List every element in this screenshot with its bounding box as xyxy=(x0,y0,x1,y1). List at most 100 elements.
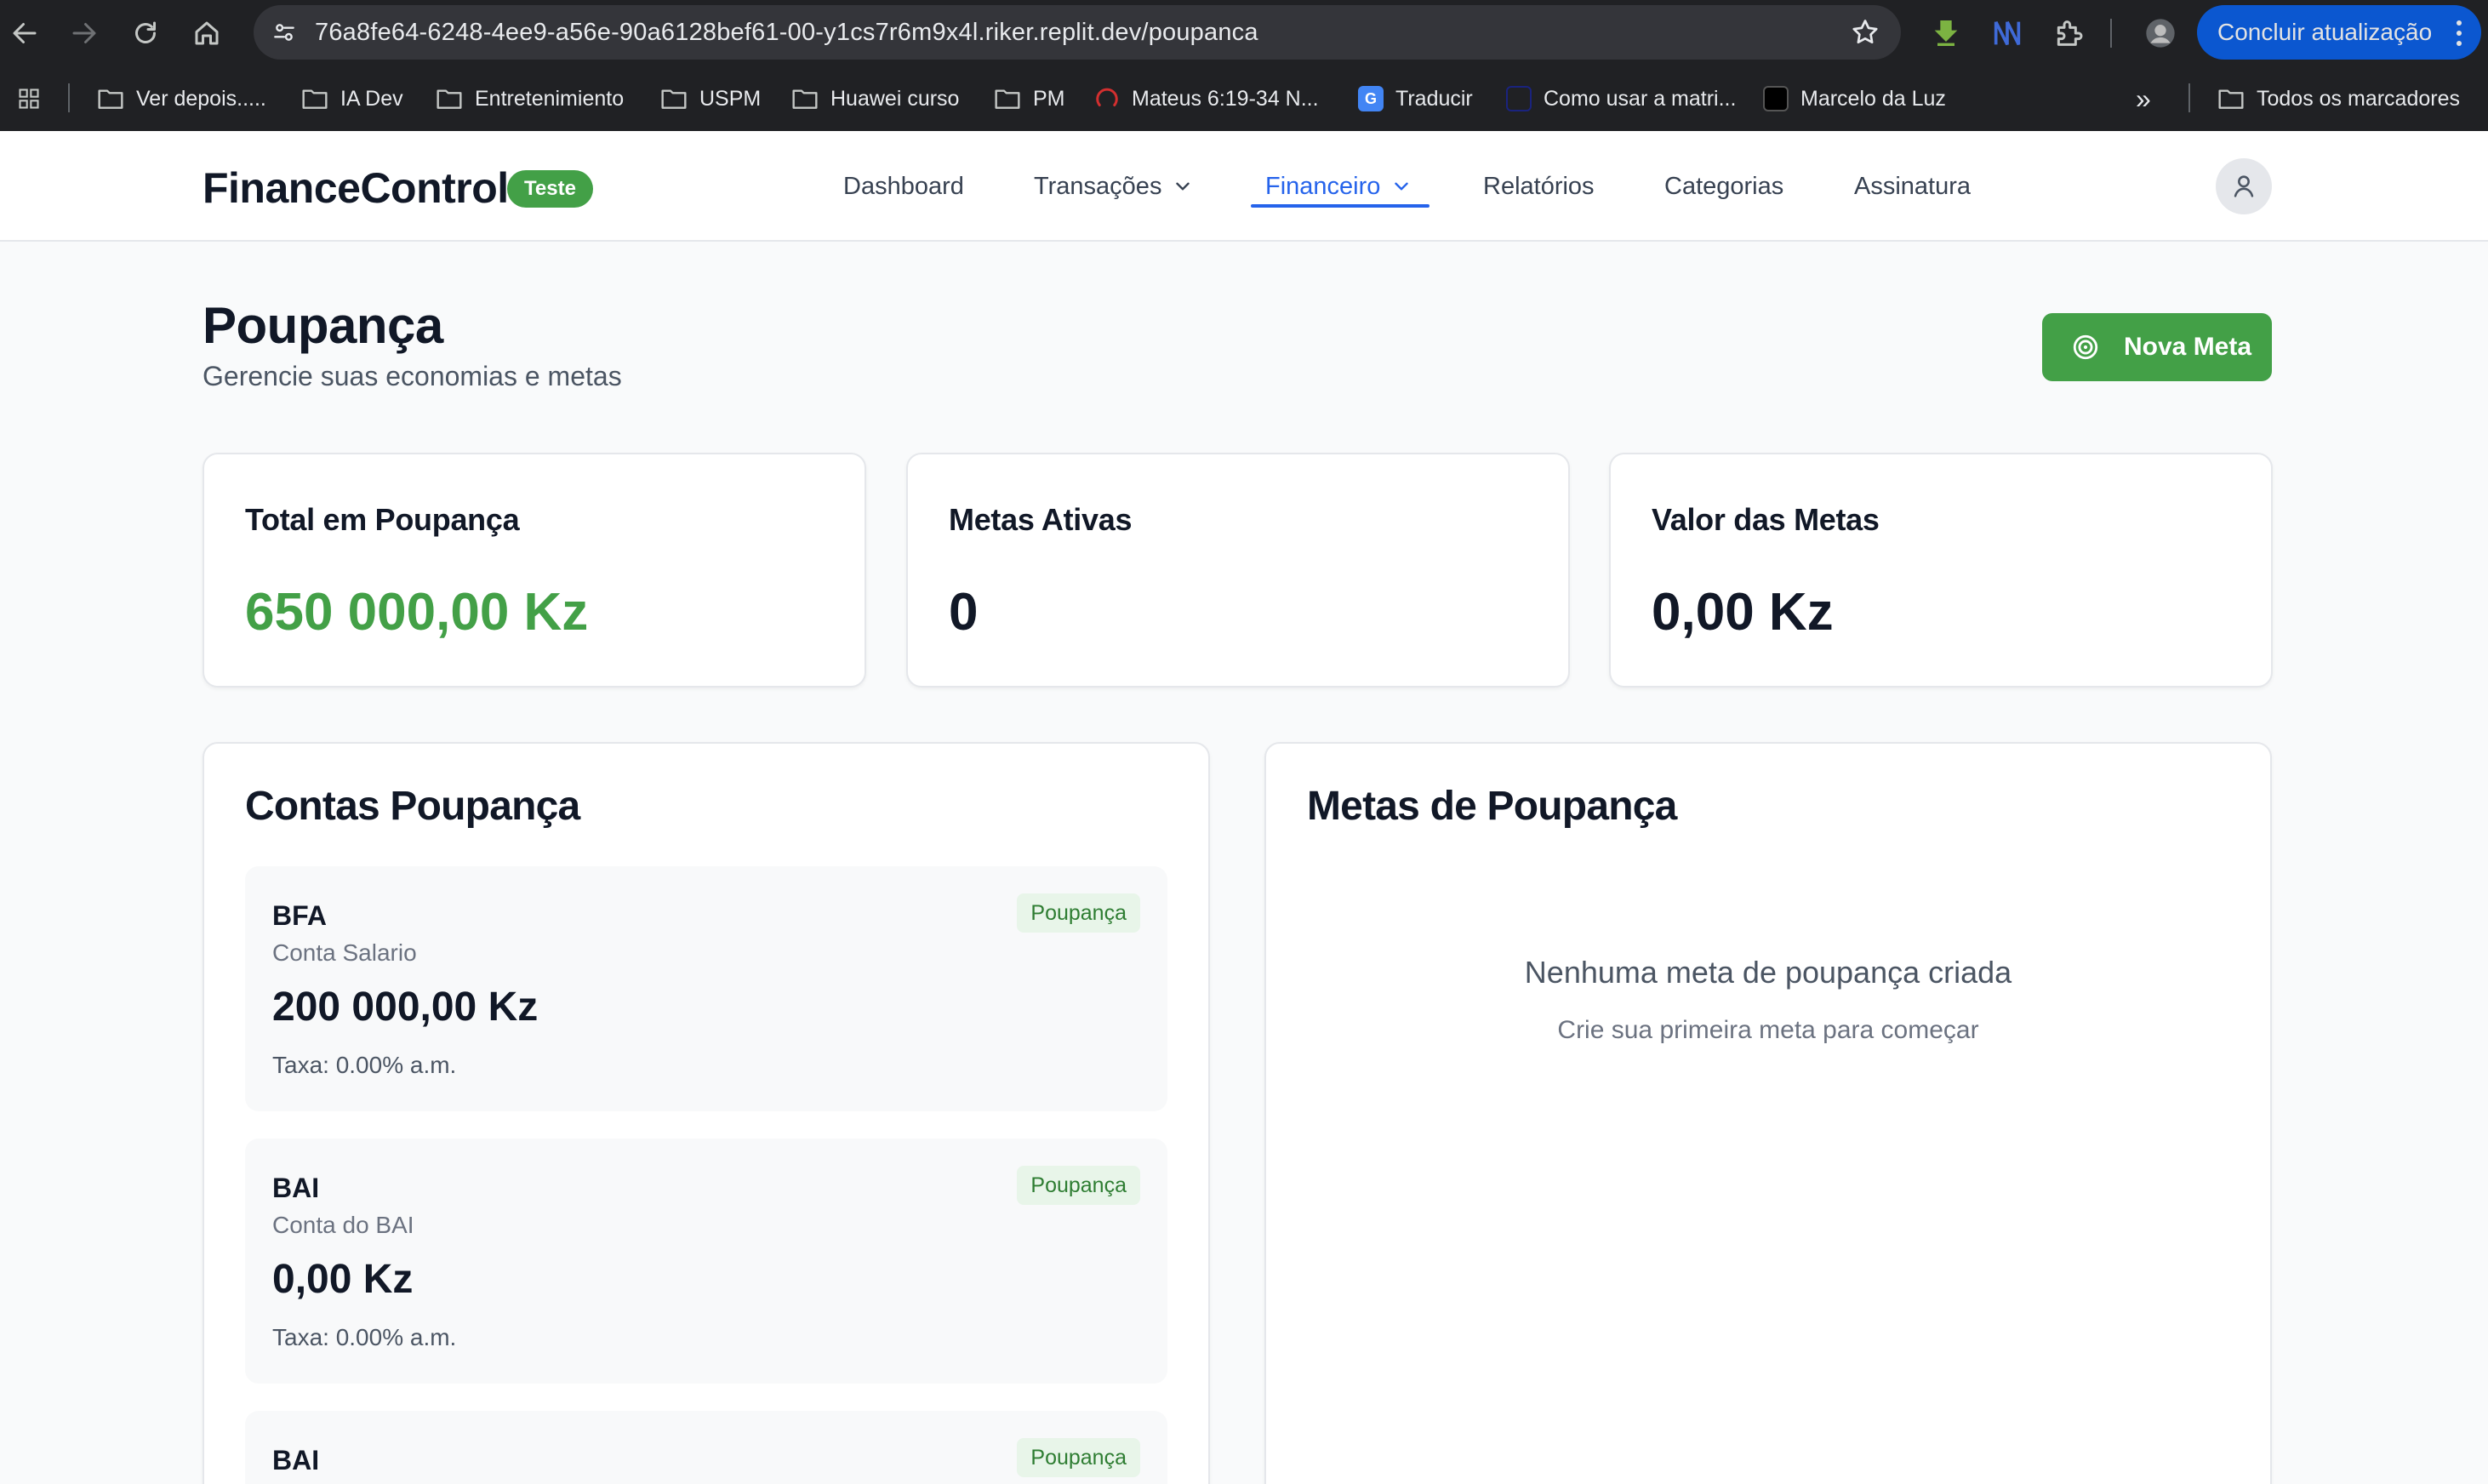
chevron-down-icon xyxy=(1395,182,1409,191)
nav-financeiro[interactable]: Financeiro xyxy=(1265,131,1412,242)
folder-icon xyxy=(437,89,462,109)
bookmarks-bar: Ver depois..... IA Dev Entretenimiento U… xyxy=(0,66,2488,131)
apps-grid-icon[interactable] xyxy=(15,66,43,131)
environment-badge: Teste xyxy=(507,170,593,208)
account-card[interactable]: BAI Conta do BAI 0,00 Kz Taxa: 0.00% a.m… xyxy=(245,1139,1167,1384)
download-extension-icon[interactable] xyxy=(1925,12,1967,54)
nav-categorias[interactable]: Categorias xyxy=(1664,131,1783,242)
nav-label: Financeiro xyxy=(1265,172,1381,200)
all-bookmarks[interactable]: Todos os marcadores xyxy=(2217,66,2460,131)
menu-dots-icon[interactable] xyxy=(2456,20,2462,46)
back-button[interactable] xyxy=(3,12,46,54)
stat-label: Metas Ativas xyxy=(949,502,1133,537)
page-title: Poupança xyxy=(203,297,443,354)
bookmarks-divider xyxy=(2188,83,2190,112)
bookmark-star-icon[interactable] xyxy=(1848,15,1882,49)
bookmark-entretenimiento[interactable]: Entretenimiento xyxy=(436,66,624,131)
address-bar[interactable]: 76a8fe64-6248-4ee9-a56e-90a6128bef61-00-… xyxy=(254,5,1901,60)
bookmark-label: Como usar a matri... xyxy=(1544,86,1737,111)
bookmark-label: PM xyxy=(1033,86,1065,111)
folder-icon xyxy=(98,89,123,109)
folder-icon xyxy=(302,89,328,109)
page-subtitle: Gerencie suas economias e metas xyxy=(203,361,622,391)
nav-dashboard[interactable]: Dashboard xyxy=(843,131,964,242)
browser-toolbar: 76a8fe64-6248-4ee9-a56e-90a6128bef61-00-… xyxy=(0,0,2488,66)
bookmark-huawei-curso[interactable]: Huawei curso xyxy=(791,66,959,131)
bookmark-ia-dev[interactable]: IA Dev xyxy=(301,66,403,131)
profile-icon[interactable] xyxy=(2139,12,2182,54)
empty-state-title: Nenhuma meta de poupança criada xyxy=(1524,955,2012,990)
brand-logo[interactable]: FinanceControl xyxy=(203,163,509,213)
nav-label: Assinatura xyxy=(1854,172,1972,200)
account-amount: 200 000,00 Kz xyxy=(272,985,539,1030)
total-savings-card: Total em Poupança 650 000,00 Kz xyxy=(203,453,866,688)
account-bank: BAI xyxy=(272,1445,320,1475)
target-icon xyxy=(2073,334,2098,360)
update-chrome-button[interactable]: Concluir atualização xyxy=(2197,5,2481,60)
nav-transacoes[interactable]: Transações xyxy=(1034,131,1194,242)
toolbar-divider xyxy=(2110,19,2112,48)
savings-goals-panel: Metas de Poupança Nenhuma meta de poupan… xyxy=(1264,742,2272,1484)
bookmark-pm[interactable]: PM xyxy=(994,66,1065,131)
bookmark-label: Mateus 6:19-34 N... xyxy=(1132,86,1319,111)
new-goal-label: Nova Meta xyxy=(2124,333,2252,361)
account-bank: BAI xyxy=(272,1173,320,1203)
stat-label: Total em Poupança xyxy=(245,502,520,537)
bookmark-label: USPM xyxy=(699,86,762,111)
bookmark-label: Ver depois..... xyxy=(136,86,266,111)
bookmark-label: Huawei curso xyxy=(830,86,960,111)
account-type-badge: Poupança xyxy=(1017,1438,1140,1477)
empty-state-subtitle: Crie sua primeira meta para começar xyxy=(1557,1016,1979,1044)
savings-accounts-panel: Contas Poupança BFA Conta Salario 200 00… xyxy=(203,742,1210,1484)
bookmark-mateus[interactable]: Mateus 6:19-34 N... xyxy=(1094,66,1319,131)
account-bank: BFA xyxy=(272,900,327,931)
bookmarks-divider xyxy=(68,83,70,112)
stat-value: 650 000,00 Kz xyxy=(245,583,589,642)
user-avatar[interactable] xyxy=(2216,158,2272,214)
bookmark-ver-depois[interactable]: Ver depois..... xyxy=(97,66,266,131)
bookmark-traducir[interactable]: G Traducir xyxy=(1358,66,1473,131)
extensions-puzzle-icon[interactable] xyxy=(2047,12,2090,54)
reload-icon xyxy=(135,21,156,43)
folder-icon xyxy=(661,89,687,109)
account-type-badge: Poupança xyxy=(1017,1166,1140,1205)
arrow-right-icon xyxy=(72,23,96,43)
bookmark-marcelo[interactable]: Marcelo da Luz xyxy=(1763,66,1946,131)
nav-label: Categorias xyxy=(1664,172,1784,200)
stat-value: 0,00 Kz xyxy=(1652,583,1834,642)
new-goal-button[interactable]: Nova Meta xyxy=(2042,313,2272,381)
app-header: FinanceControl Teste Dashboard Transaçõe… xyxy=(0,131,2488,242)
notion-extension-icon[interactable] xyxy=(1986,12,2029,54)
url-text[interactable]: 76a8fe64-6248-4ee9-a56e-90a6128bef61-00-… xyxy=(315,5,1258,60)
account-type-badge: Poupança xyxy=(1017,893,1140,933)
account-card[interactable]: BFA Conta Salario 200 000,00 Kz Taxa: 0.… xyxy=(245,866,1167,1111)
account-card[interactable]: BAI Poupança xyxy=(245,1411,1167,1484)
bookmark-label: IA Dev xyxy=(340,86,403,111)
bookmark-label: Entretenimiento xyxy=(475,86,625,111)
bookmark-uspm[interactable]: USPM xyxy=(660,66,761,131)
active-goals-card: Metas Ativas 0 xyxy=(906,453,1570,688)
site-icon xyxy=(1506,86,1532,111)
account-description: Conta do BAI xyxy=(272,1212,414,1238)
more-bookmarks-chevron-icon[interactable]: » xyxy=(2136,66,2151,131)
account-amount: 0,00 Kz xyxy=(272,1257,414,1302)
site-info-icon[interactable] xyxy=(264,12,305,53)
reload-button[interactable] xyxy=(124,12,167,54)
panel-title: Contas Poupança xyxy=(245,784,580,829)
nav-label: Transações xyxy=(1034,172,1162,200)
panel-title: Metas de Poupança xyxy=(1307,784,1677,829)
nav-assinatura[interactable]: Assinatura xyxy=(1854,131,1971,242)
nav-label: Relatórios xyxy=(1483,172,1595,200)
account-rate: Taxa: 0.00% a.m. xyxy=(272,1324,457,1350)
google-translate-icon: G xyxy=(1358,86,1384,111)
arrow-left-icon xyxy=(13,23,37,43)
forward-button[interactable] xyxy=(63,12,106,54)
bookmark-label: Marcelo da Luz xyxy=(1800,86,1946,111)
podcast-icon xyxy=(1096,88,1118,106)
home-button[interactable] xyxy=(185,12,228,54)
folder-icon xyxy=(2218,89,2244,109)
goals-value-card: Valor das Metas 0,00 Kz xyxy=(1609,453,2273,688)
nav-relatorios[interactable]: Relatórios xyxy=(1483,131,1595,242)
account-rate: Taxa: 0.00% a.m. xyxy=(272,1052,457,1078)
bookmark-como-usar[interactable]: Como usar a matri... xyxy=(1506,66,1736,131)
